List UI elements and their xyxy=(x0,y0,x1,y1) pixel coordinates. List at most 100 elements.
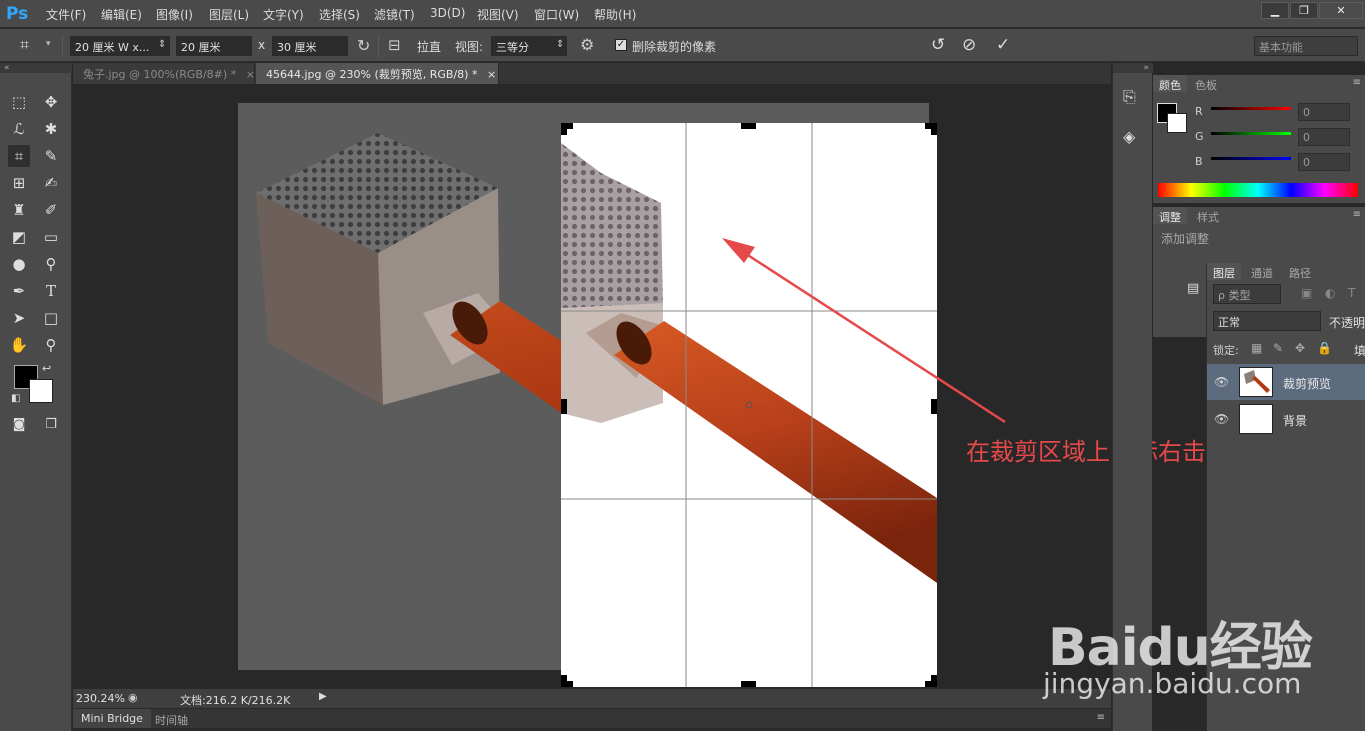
close-icon[interactable]: × xyxy=(246,68,255,81)
crop-handle[interactable] xyxy=(741,681,756,687)
collapse-handle[interactable]: » xyxy=(1113,63,1153,73)
path-select-icon[interactable]: ➤ xyxy=(8,307,30,329)
info-icon[interactable]: ◉ xyxy=(128,691,138,704)
close-icon[interactable]: × xyxy=(487,68,496,81)
layer-row-crop-preview[interactable]: 👁 裁剪预览 xyxy=(1207,364,1365,400)
quick-mask-icon[interactable]: ◙ xyxy=(8,414,30,436)
tab-layers[interactable]: 图层 xyxy=(1207,263,1241,280)
straighten-label[interactable]: 拉直 xyxy=(417,38,441,55)
crop-handle[interactable] xyxy=(561,123,567,135)
minimize-button[interactable]: ▁ xyxy=(1261,2,1289,19)
properties-icon[interactable]: ◈ xyxy=(1123,127,1135,146)
height-input[interactable]: 30 厘米 xyxy=(272,36,348,56)
background-color-swatch[interactable] xyxy=(29,379,53,403)
close-button[interactable]: ✕ xyxy=(1319,2,1363,19)
lasso-tool-icon[interactable]: ℒ xyxy=(8,118,30,140)
background-color-swatch[interactable] xyxy=(1167,113,1187,133)
zoom-level[interactable]: 230.24% xyxy=(76,692,125,705)
eye-icon[interactable]: 👁 xyxy=(1214,375,1229,389)
healing-brush-icon[interactable]: ⊞ xyxy=(8,172,30,194)
menu-help[interactable]: 帮助(H) xyxy=(594,6,636,23)
straighten-icon[interactable]: ⊟ xyxy=(388,36,401,54)
menu-edit[interactable]: 编辑(E) xyxy=(101,6,142,23)
move-tool-icon[interactable]: ✥ xyxy=(40,91,62,113)
eraser-icon[interactable]: ◩ xyxy=(8,226,30,248)
crop-handle[interactable] xyxy=(931,123,937,135)
channel-r-input[interactable]: 0 xyxy=(1298,103,1350,121)
tab-adjustments[interactable]: 调整 xyxy=(1153,207,1187,224)
menu-image[interactable]: 图像(I) xyxy=(156,6,193,23)
ratio-select[interactable]: 20 厘米 W x... xyxy=(70,36,170,56)
pen-tool-icon[interactable]: ✒ xyxy=(8,280,30,302)
filter-type-icon[interactable]: T xyxy=(1348,286,1355,300)
filter-adjust-icon[interactable]: ◐ xyxy=(1325,286,1335,300)
tab-paths[interactable]: 路径 xyxy=(1283,263,1317,280)
menu-3d[interactable]: 3D(D) xyxy=(430,6,465,20)
levels-icon[interactable]: ▤ xyxy=(1187,281,1199,296)
color-spectrum-bar[interactable] xyxy=(1158,183,1358,197)
marquee-tool-icon[interactable]: ⬚ xyxy=(8,91,30,113)
collapse-handle[interactable]: « xyxy=(0,63,72,73)
tab-channels[interactable]: 通道 xyxy=(1245,263,1279,280)
eye-icon[interactable]: 👁 xyxy=(1214,412,1229,426)
layer-row-background[interactable]: 👁 背景 xyxy=(1207,401,1365,437)
lock-transparent-icon[interactable]: ▦ xyxy=(1251,341,1262,355)
delete-pixels-label[interactable]: 删除裁剪的像素 xyxy=(632,38,716,55)
menu-file[interactable]: 文件(F) xyxy=(46,6,86,23)
hand-tool-icon[interactable]: ✋ xyxy=(8,334,30,356)
layer-name[interactable]: 裁剪预览 xyxy=(1283,375,1331,392)
tab-color[interactable]: 颜色 xyxy=(1153,75,1187,92)
channel-r-slider[interactable] xyxy=(1211,107,1291,110)
panel-menu-icon[interactable]: ≡ xyxy=(1097,712,1105,723)
gear-icon[interactable]: ⚙ xyxy=(580,35,594,54)
eyedropper-icon[interactable]: ✎ xyxy=(40,145,62,167)
crop-handle[interactable] xyxy=(741,123,756,129)
tab-45644-jpg[interactable]: 45644.jpg @ 230% (裁剪预览, RGB/8) * × xyxy=(256,63,499,84)
width-input[interactable]: 20 厘米 xyxy=(176,36,252,56)
crop-handle[interactable] xyxy=(931,675,937,687)
cancel-crop-icon[interactable]: ⊘ xyxy=(962,35,976,55)
tab-swatches[interactable]: 色板 xyxy=(1189,75,1223,92)
clone-stamp-icon[interactable]: ♜ xyxy=(8,199,30,221)
dodge-tool-icon[interactable]: ⚲ xyxy=(40,253,62,275)
menu-view[interactable]: 视图(V) xyxy=(477,6,519,23)
menu-select[interactable]: 选择(S) xyxy=(319,6,360,23)
tab-styles[interactable]: 样式 xyxy=(1191,207,1225,224)
crop-handle[interactable] xyxy=(561,399,567,414)
swap-colors-icon[interactable]: ↩ xyxy=(42,362,51,375)
tab-rabbit-jpg[interactable]: 兔子.jpg @ 100%(RGB/8#) * × xyxy=(73,63,255,84)
blend-mode-select[interactable]: 正常 xyxy=(1213,311,1321,331)
reset-icon[interactable]: ↺ xyxy=(931,35,945,55)
layer-name[interactable]: 背景 xyxy=(1283,412,1307,429)
crop-tool-preset-icon[interactable]: ⌗ xyxy=(20,35,44,57)
brush-tool-icon[interactable]: ✍ xyxy=(40,172,62,194)
crop-handle[interactable] xyxy=(561,675,567,687)
workspace-select[interactable]: 基本功能 xyxy=(1254,36,1358,56)
menu-window[interactable]: 窗口(W) xyxy=(534,6,579,23)
default-colors-icon[interactable]: ◧ xyxy=(11,393,20,404)
delete-pixels-checkbox[interactable]: ✓ xyxy=(615,39,627,51)
layer-filter-select[interactable]: ρ 类型 xyxy=(1213,284,1281,304)
restore-button[interactable]: ❐ xyxy=(1290,2,1318,19)
zoom-tool-icon[interactable]: ⚲ xyxy=(40,334,62,356)
lock-icon[interactable]: 🔒 xyxy=(1317,341,1332,355)
blur-tool-icon[interactable]: ● xyxy=(8,253,30,275)
swap-rotate-icon[interactable]: ↻ xyxy=(357,36,370,55)
tab-timeline[interactable]: 时间轴 xyxy=(147,709,196,728)
panel-menu-icon[interactable]: ≡ xyxy=(1353,209,1361,220)
filter-image-icon[interactable]: ▣ xyxy=(1301,286,1312,300)
menu-type[interactable]: 文字(Y) xyxy=(263,6,304,23)
commit-crop-icon[interactable]: ✓ xyxy=(996,35,1010,55)
magic-wand-icon[interactable]: ✱ xyxy=(40,118,62,140)
triangle-right-icon[interactable]: ▶ xyxy=(319,691,327,702)
history-brush-icon[interactable]: ✐ xyxy=(40,199,62,221)
channel-g-slider[interactable] xyxy=(1211,132,1291,135)
menu-layer[interactable]: 图层(L) xyxy=(209,6,249,23)
tab-mini-bridge[interactable]: Mini Bridge xyxy=(73,709,151,728)
history-icon[interactable]: ⎘ xyxy=(1123,87,1136,107)
gradient-icon[interactable]: ▭ xyxy=(40,226,62,248)
crop-tool-icon[interactable]: ⌗ xyxy=(8,145,30,167)
panel-menu-icon[interactable]: ≡ xyxy=(1353,77,1361,88)
menu-filter[interactable]: 滤镜(T) xyxy=(374,6,415,23)
screen-mode-icon[interactable]: ❐ xyxy=(40,414,62,436)
